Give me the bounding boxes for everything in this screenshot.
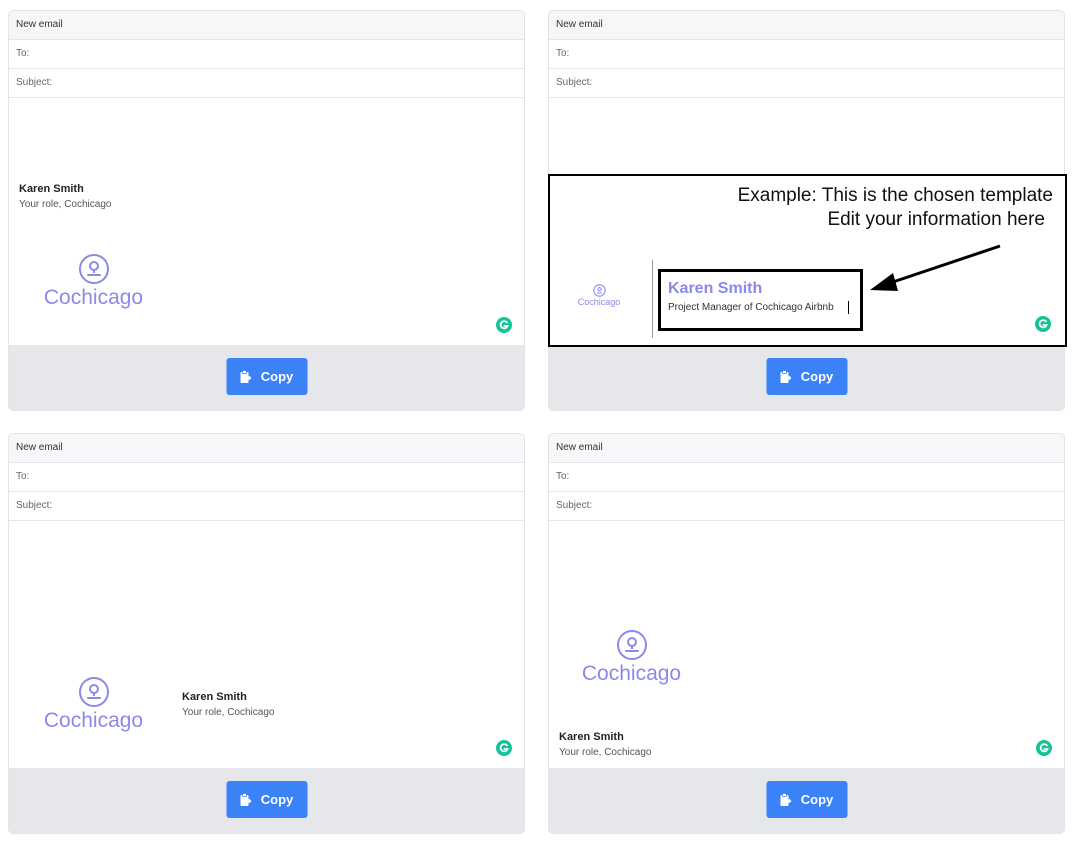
email-template-card-1: New email To: Subject: Karen Smith Your … [8, 10, 525, 411]
clipboard-icon [240, 792, 252, 806]
email-body[interactable]: Karen Smith Your role, Cochicago Cochica… [9, 98, 524, 348]
to-field[interactable]: To: [549, 40, 1064, 69]
card-footer: Copy [9, 768, 524, 833]
signature-name: Karen Smith [182, 691, 247, 703]
signature-name: Karen Smith [19, 183, 84, 195]
signature-role: Your role, Cochicago [559, 747, 652, 758]
subject-field[interactable]: Subject: [549, 69, 1064, 98]
copy-button-label: Copy [800, 369, 834, 384]
copy-button-label: Copy [260, 792, 294, 807]
email-body[interactable]: Cochicago Karen Smith Your role, Cochica… [9, 521, 524, 771]
copy-button[interactable]: Copy [226, 358, 307, 395]
company-logo: Cochicago [36, 253, 151, 310]
subject-field[interactable]: Subject: [9, 69, 524, 98]
email-header: New email [549, 11, 1064, 40]
card-footer: Copy [9, 345, 524, 410]
location-pin-icon [78, 677, 109, 707]
arrow-icon [870, 244, 1001, 291]
grammarly-icon[interactable] [1035, 316, 1051, 332]
copy-button[interactable]: Copy [226, 781, 307, 818]
email-header: New email [9, 11, 524, 40]
to-field[interactable]: To: [549, 463, 1064, 492]
clipboard-icon [780, 369, 792, 383]
logo-text: Cochicago [43, 709, 144, 732]
example-template-overlay: Example: This is the chosen template Edi… [548, 174, 1067, 347]
signature-name: Karen Smith [559, 731, 624, 743]
clipboard-icon [240, 369, 252, 383]
location-pin-icon [616, 630, 647, 660]
copy-button-label: Copy [800, 792, 834, 807]
subject-field[interactable]: Subject: [549, 492, 1064, 521]
card-footer: Copy [549, 345, 1064, 410]
location-pin-icon [78, 254, 109, 284]
card-footer: Copy [549, 768, 1064, 833]
email-header: New email [9, 434, 524, 463]
to-field[interactable]: To: [9, 40, 524, 69]
subject-field[interactable]: Subject: [9, 492, 524, 521]
copy-button[interactable]: Copy [766, 358, 847, 395]
email-template-card-4: New email To: Subject: Cochicago Karen S… [548, 433, 1065, 834]
to-field[interactable]: To: [9, 463, 524, 492]
copy-button[interactable]: Copy [766, 781, 847, 818]
email-body[interactable]: Cochicago Karen Smith Your role, Cochica… [549, 521, 1064, 771]
company-logo: Cochicago [574, 629, 689, 686]
grammarly-icon[interactable] [1036, 740, 1052, 756]
signature-role: Your role, Cochicago [182, 707, 275, 718]
email-template-card-3: New email To: Subject: Cochicago Karen S… [8, 433, 525, 834]
company-logo: Cochicago [36, 676, 151, 733]
email-header: New email [549, 434, 1064, 463]
signature-role: Your role, Cochicago [19, 199, 112, 210]
grammarly-icon[interactable] [496, 317, 512, 333]
logo-text: Cochicago [43, 286, 144, 309]
logo-text: Cochicago [581, 662, 682, 685]
clipboard-icon [780, 792, 792, 806]
grammarly-icon[interactable] [496, 740, 512, 756]
copy-button-label: Copy [260, 369, 294, 384]
